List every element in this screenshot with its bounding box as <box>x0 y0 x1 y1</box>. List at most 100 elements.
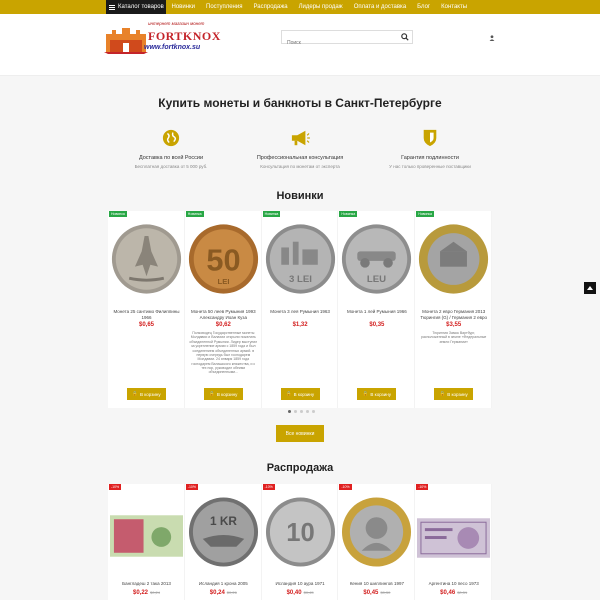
new-badge: Новинка <box>185 211 204 217</box>
menu-icon <box>109 4 115 10</box>
product-card[interactable]: Новинка 3 LEI Монета 3 лея Румыния 1963 … <box>261 211 339 408</box>
svg-text:3 LEI: 3 LEI <box>289 274 312 285</box>
product-name[interactable]: Аргентина 10 песо 1973 <box>417 581 490 587</box>
nav-link-bestsellers[interactable]: Лидеры продаж <box>293 4 348 10</box>
nav-link-blog[interactable]: Блог <box>412 4 436 10</box>
old-price: $0,24 <box>150 590 161 595</box>
chevron-up-icon <box>587 286 593 290</box>
product-name[interactable]: Монета 3 лея Румыния 1963 <box>264 309 337 315</box>
product-card[interactable]: -10% Кения 10 шиллингов 1997 $0,45 $0,50 <box>338 484 416 600</box>
product-name[interactable]: Бангладеш 2 така 2013 <box>110 581 183 587</box>
new-section-title: Новинки <box>276 190 324 202</box>
product-description: Полководец Государственные монеты Молдав… <box>189 331 258 375</box>
product-card[interactable]: Новинка Монета 25 сантимо Филиппины 1966… <box>108 211 185 408</box>
carousel-dot[interactable] <box>306 410 309 413</box>
sale-products-carousel: -10% Бангладеш 2 така 2013 $0,22 $0,24 -1… <box>108 484 492 600</box>
product-price: $0,46 $0,51 <box>440 590 468 596</box>
add-to-cart-button[interactable]: 🔒 В корзину <box>127 388 166 400</box>
discount-badge: -10% <box>262 484 275 490</box>
cart-icon: 🔒 <box>439 391 446 396</box>
old-price: $0,26 <box>226 590 237 595</box>
cart-icon: 🔒 <box>209 391 215 396</box>
product-card[interactable]: Новинка 50 LEI Монета 50 леев Румыния 19… <box>184 211 262 408</box>
new-badge: Новинка <box>262 211 281 217</box>
coin-image[interactable]: LEU <box>340 221 413 297</box>
svg-text:1 KR: 1 KR <box>210 514 237 528</box>
search-input[interactable] <box>282 37 392 49</box>
carousel-dot[interactable] <box>300 410 303 413</box>
product-name[interactable]: Монета 1 лей Румыния 1966 <box>340 309 413 315</box>
user-icon[interactable] <box>489 35 495 41</box>
nav-link-arrivals[interactable]: Поступления <box>201 4 248 10</box>
product-name[interactable]: Монета 25 сантимо Филиппины 1966 <box>110 309 183 320</box>
product-card[interactable]: Новинка LEU Монета 1 лей Румыния 1966 $0… <box>338 211 416 408</box>
new-badge: Новинка <box>416 211 434 217</box>
coin-image[interactable]: 1 KR <box>187 495 260 569</box>
coin-image[interactable]: 50 LEI <box>187 221 260 297</box>
coin-image[interactable]: 3 LEI <box>264 221 337 297</box>
feature-authenticity: Гарантия подлинности У нас только провер… <box>355 128 505 169</box>
all-new-button[interactable]: Все новинки <box>276 425 324 442</box>
new-badge: Новинка <box>109 211 127 217</box>
carousel-dot[interactable] <box>288 410 291 413</box>
product-name[interactable]: Исландия 1 крона 2005 <box>187 581 260 587</box>
nav-link-sale[interactable]: Распродажа <box>248 4 293 10</box>
carousel-dots <box>288 410 315 413</box>
nav-link-contacts[interactable]: Контакты <box>436 4 473 10</box>
discount-badge: -10% <box>339 484 352 490</box>
discount-badge: -10% <box>185 484 198 490</box>
add-to-cart-button[interactable]: 🔒 В корзину <box>434 388 474 400</box>
scroll-top-button[interactable] <box>584 282 596 294</box>
cart-icon: 🔒 <box>362 391 369 396</box>
coin-image[interactable] <box>340 495 413 569</box>
product-card[interactable]: -10% Бангладеш 2 така 2013 $0,22 $0,24 <box>108 484 185 600</box>
svg-text:LEU: LEU <box>367 274 386 285</box>
product-price: $0,62 <box>215 322 231 328</box>
nav-link-new[interactable]: Новинки <box>166 4 201 10</box>
product-price: $0,65 <box>138 322 154 328</box>
banknote-image[interactable] <box>417 518 491 558</box>
product-price: $0,45 $0,50 <box>363 590 391 596</box>
feature-subtitle: Бесплатная доставка от 5 000 руб. <box>134 164 208 169</box>
add-to-cart-button[interactable]: 🔒 В корзину <box>203 388 243 400</box>
product-card[interactable]: -10% 1 KR Исландия 1 крона 2005 $0,24 $0,… <box>184 484 262 600</box>
product-name[interactable]: Исландия 10 аура 1971 <box>264 581 337 587</box>
product-description: Тюрингия Замок Вартбург, расположенный в… <box>421 331 487 344</box>
product-card[interactable]: Новинка Монета 2 евро Германия 2013 Тюри… <box>415 211 492 408</box>
top-nav: Каталог товаров Новинки Поступления Расп… <box>0 0 600 14</box>
product-price: $0,40 $0,45 <box>286 590 314 596</box>
logo-tagline: интернет магазин монет <box>148 21 205 26</box>
globe-icon <box>162 129 180 147</box>
coin-image[interactable] <box>417 221 490 297</box>
add-to-cart-button[interactable]: 🔒 В корзину <box>280 388 320 400</box>
logo-name: FORTKNOX <box>148 29 221 43</box>
coin-image[interactable] <box>110 221 183 297</box>
carousel-dot[interactable] <box>294 410 297 413</box>
new-badge: Новинка <box>339 211 358 217</box>
coin-image[interactable]: 10 <box>264 495 337 569</box>
feature-subtitle: Консультация по монетам от эксперта <box>260 164 340 169</box>
feature-title: Профессиональная консультация <box>256 155 344 161</box>
add-to-cart-button[interactable]: 🔒 В корзину <box>357 388 397 400</box>
banknote-image[interactable] <box>110 515 183 557</box>
product-price: $3,55 <box>446 322 462 328</box>
old-price: $0,51 <box>457 590 468 595</box>
catalog-button[interactable]: Каталог товаров <box>106 0 166 14</box>
old-price: $0,45 <box>303 590 314 595</box>
discount-badge: -10% <box>416 484 429 490</box>
nav-link-payment-delivery[interactable]: Оплата и доставка <box>348 4 411 10</box>
product-name[interactable]: Кения 10 шиллингов 1997 <box>340 581 413 587</box>
product-price: $1,32 <box>292 322 308 328</box>
product-card[interactable]: -10% 10 Исландия 10 аура 1971 $0,40 $0,45 <box>261 484 339 600</box>
svg-text:LEI: LEI <box>217 277 229 286</box>
search-icon[interactable] <box>401 33 409 41</box>
page-title: Купить монеты и банкноты в Санкт-Петербу… <box>158 96 442 110</box>
carousel-dot[interactable] <box>312 410 315 413</box>
feature-subtitle: У нас только проверенные поставщики <box>389 164 471 169</box>
site-logo[interactable]: интернет магазин монет FORTKNOX www.fort… <box>104 20 220 60</box>
product-card[interactable]: -10% Аргентина 10 песо 1973 $0,46 $0,51 <box>415 484 492 600</box>
product-name[interactable]: Монета 50 леев Румыния 1993 Александру И… <box>187 309 260 320</box>
cart-icon: 🔒 <box>132 391 139 396</box>
product-name[interactable]: Монета 2 евро Германия 2013 Тюрингия (G)… <box>417 309 490 320</box>
cart-icon: 🔒 <box>286 391 292 396</box>
